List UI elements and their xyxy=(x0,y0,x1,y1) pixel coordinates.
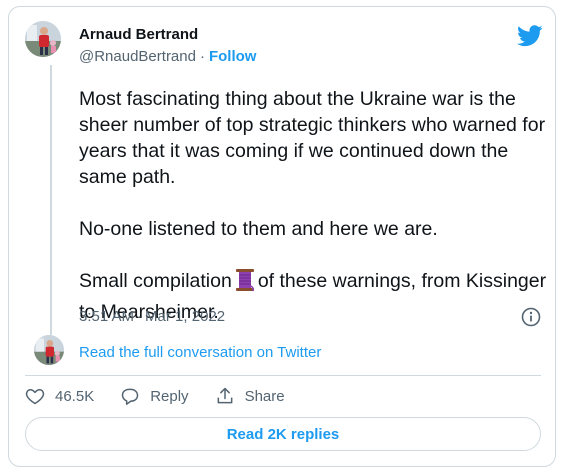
tweet-card: Arnaud Bertrand @RnaudBertrand · Follow Mo… xyxy=(8,6,556,467)
follow-button[interactable]: Follow xyxy=(209,48,257,65)
divider xyxy=(25,375,541,376)
read-replies-button[interactable]: Read 2K replies xyxy=(25,417,541,451)
action-bar: 46.5K Reply Share xyxy=(25,385,311,407)
info-icon[interactable] xyxy=(521,307,541,327)
author-avatar-small[interactable] xyxy=(34,335,64,365)
reply-button[interactable]: Reply xyxy=(120,386,189,406)
like-button[interactable]: 46.5K xyxy=(25,386,94,406)
upload-share-icon xyxy=(217,387,232,404)
tweet-date: Mar 1, 2022 xyxy=(145,308,226,325)
compilation-text-before: Small compilation xyxy=(79,270,232,292)
tweet-paragraph: No-one listened to them and here we are. xyxy=(79,218,438,240)
avatar-photo-icon xyxy=(34,335,64,365)
author-handle[interactable]: @RnaudBertrand xyxy=(79,48,196,65)
twitter-bird-icon[interactable] xyxy=(517,25,543,47)
share-label: Share xyxy=(244,387,285,405)
like-count: 46.5K xyxy=(55,387,95,405)
separator-dot: · xyxy=(199,48,205,65)
author-name[interactable]: Arnaud Bertrand xyxy=(79,26,198,43)
tweet-time: 3:51 AM xyxy=(79,308,135,325)
thread-line xyxy=(50,65,52,335)
share-button[interactable]: Share xyxy=(215,386,285,406)
avatar-photo-icon xyxy=(25,21,61,57)
reply-label: Reply xyxy=(150,387,189,405)
thread-spool-icon xyxy=(235,268,255,299)
speech-bubble-icon xyxy=(121,388,139,405)
separator-dot: · xyxy=(137,308,143,325)
author-avatar[interactable] xyxy=(25,21,61,57)
author-handle-row: @RnaudBertrand · Follow xyxy=(79,48,256,65)
heart-icon xyxy=(25,389,45,405)
read-conversation-link[interactable]: Read the full conversation on Twitter xyxy=(79,344,321,361)
tweet-paragraph: Most fascinating thing about the Ukraine… xyxy=(79,88,546,188)
tweet-text: Most fascinating thing about the Ukraine… xyxy=(79,86,551,325)
tweet-timestamp[interactable]: 3:51 AM · Mar 1, 2022 xyxy=(79,308,225,325)
